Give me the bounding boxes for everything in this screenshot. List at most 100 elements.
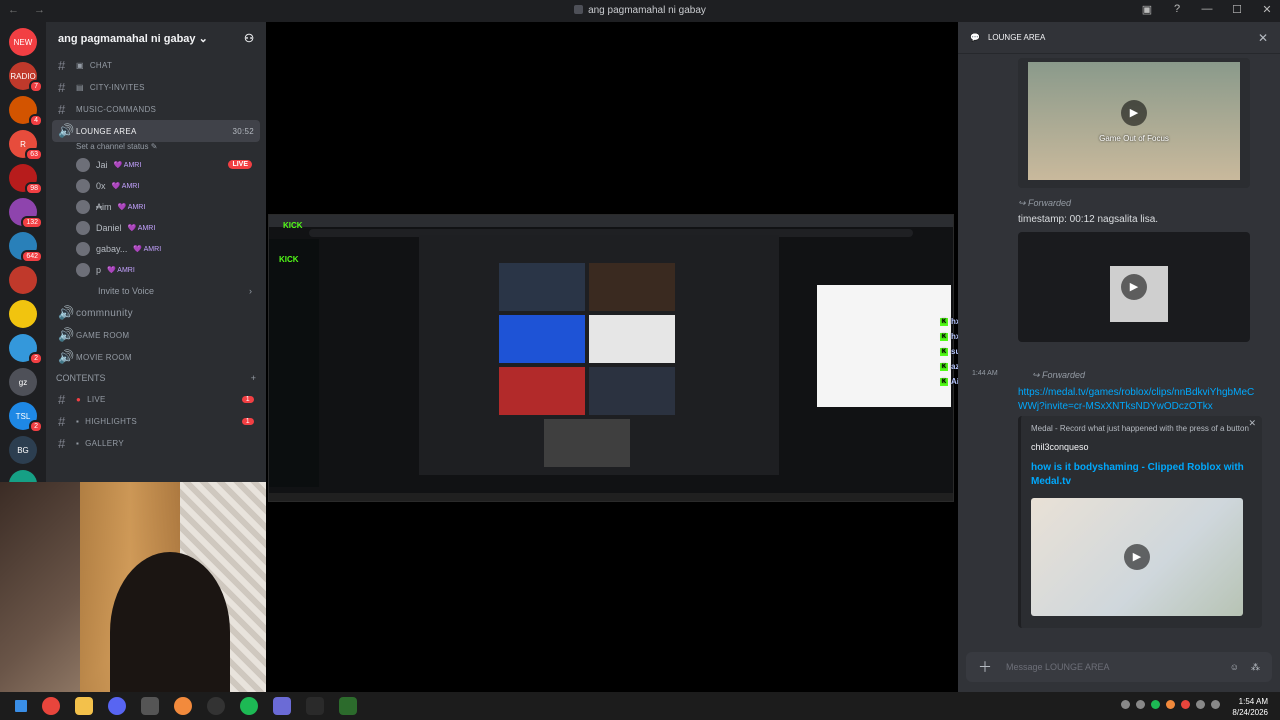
voice-user[interactable]: Jai 💜 AMRI LIVE <box>46 154 266 175</box>
channel-city-invites[interactable]: # ▤ CITY-INVITES <box>46 76 266 98</box>
obs-icon[interactable] <box>207 697 225 715</box>
inbox-icon[interactable]: ▣ <box>1140 3 1154 16</box>
maximize-button[interactable]: ☐ <box>1230 3 1244 16</box>
play-icon[interactable]: ▶ <box>1121 274 1147 300</box>
voice-channel-movie-room[interactable]: 🔊 MOVIE ROOM <box>46 346 266 368</box>
live-badge: LIVE <box>228 160 252 169</box>
server-icon[interactable]: BG <box>9 436 37 464</box>
guild-header[interactable]: ang pagmamahal ni gabay ⌄ ⚇ <box>46 22 266 54</box>
voice-channel-game-room[interactable]: 🔊 GAME ROOM <box>46 324 266 346</box>
invite-to-voice[interactable]: Invite to Voice › <box>46 280 266 302</box>
server-icon[interactable] <box>9 300 37 328</box>
tray-icon[interactable] <box>1211 700 1220 709</box>
kick-badge-icon: K <box>940 362 948 371</box>
medal-embed: ✕ Medal - Record what just happened with… <box>1018 416 1262 628</box>
category-contents[interactable]: CONTENTS + <box>46 368 266 388</box>
voice-user[interactable]: gabay... 💜 AMRI <box>46 238 266 259</box>
channel-sidebar: ang pagmamahal ni gabay ⌄ ⚇ # ▣ CHAT # ▤ CIT… <box>46 22 266 482</box>
user-tag: 💜 AMRI <box>127 224 156 232</box>
apps-icon[interactable]: ⁂ <box>1251 662 1260 673</box>
inner-kick-sidebar: KICK <box>269 239 319 487</box>
close-button[interactable]: ✕ <box>1260 3 1274 16</box>
server-icon[interactable]: 4 <box>9 96 43 127</box>
folder-icon[interactable] <box>75 697 93 715</box>
avatar <box>76 220 90 235</box>
server-icon[interactable]: RADIO 7 <box>9 62 43 93</box>
system-clock[interactable]: 1:54 AM 8/24/2026 <box>1232 696 1268 718</box>
minimize-button[interactable]: — <box>1200 3 1214 16</box>
video-embed[interactable]: ▶ Game Out of Focus <box>1018 58 1250 188</box>
tray-icon[interactable] <box>1136 700 1145 709</box>
voice-channel-lounge[interactable]: 🔊 LOUNGE AREA 30:52 <box>52 120 260 142</box>
close-chat-icon[interactable]: ✕ <box>1258 31 1268 45</box>
notes-icon[interactable] <box>141 697 159 715</box>
embed-provider: Medal - Record what just happened with t… <box>1031 424 1249 433</box>
windows-start-icon[interactable] <box>15 700 27 712</box>
app-icon-2[interactable] <box>273 697 291 715</box>
server-icon[interactable]: 642 <box>9 232 43 263</box>
voice-user[interactable]: 0x 💜 AMRI <box>46 175 266 196</box>
voice-user[interactable]: ₳im 💜 AMRI <box>46 196 266 217</box>
voice-user[interactable]: p 💜 AMRI <box>46 259 266 280</box>
embed-thumbnail[interactable]: ▶ <box>1031 498 1243 616</box>
screen-share[interactable]: KICK KICK <box>268 214 954 502</box>
embed-author[interactable]: chil3conqueso <box>1031 442 1252 452</box>
tray-icon[interactable] <box>1196 700 1205 709</box>
channel-chat[interactable]: # ▣ CHAT <box>46 54 266 76</box>
voice-user-name: gabay... <box>96 243 128 254</box>
channel-name: LOUNGE AREA <box>76 126 137 136</box>
invite-label: Invite to Voice <box>98 286 155 296</box>
voice-timer: 30:52 <box>232 126 254 136</box>
channel-gallery[interactable]: # ▪ GALLERY <box>46 432 266 454</box>
chrome-icon[interactable] <box>42 697 60 715</box>
server-icon[interactable]: gz <box>9 368 37 396</box>
discord-taskbar-icon[interactable] <box>108 697 126 715</box>
clock-time: 1:54 AM <box>1238 697 1268 706</box>
server-icon[interactable]: NEW <box>9 28 37 56</box>
embed-title[interactable]: how is it bodyshaming - Clipped Roblox w… <box>1031 461 1252 489</box>
mention-badge: 642 <box>21 250 43 263</box>
server-icon[interactable]: 236 <box>9 470 37 482</box>
channel-music-commands[interactable]: # MUSIC-COMMANDS <box>46 98 266 120</box>
server-icon[interactable] <box>9 266 37 294</box>
app-icon-4[interactable] <box>339 697 357 715</box>
hash-icon: # <box>58 413 66 429</box>
kick-badge-icon: K <box>940 347 948 356</box>
channel-live[interactable]: # ● LIVE 1 <box>46 388 266 410</box>
app-icon[interactable] <box>174 697 192 715</box>
help-icon[interactable]: ? <box>1170 3 1184 16</box>
mention-badge: 2 <box>29 420 43 433</box>
server-icon[interactable]: 98 <box>9 164 43 195</box>
channel-status[interactable]: Set a channel status ✎ <box>46 142 266 154</box>
play-icon[interactable]: ▶ <box>1124 544 1150 570</box>
add-member-icon[interactable]: ⚇ <box>244 32 254 45</box>
inner-tile <box>589 315 675 363</box>
medal-link[interactable]: https://medal.tv/games/roblox/clips/nnBd… <box>1018 386 1258 414</box>
add-attachment-icon[interactable]: ＋ <box>978 657 992 677</box>
spotify-icon[interactable] <box>240 697 258 715</box>
server-icon[interactable]: TSL 2 <box>9 402 43 433</box>
app-icon-3[interactable] <box>306 697 324 715</box>
play-icon[interactable]: ▶ <box>1121 100 1147 126</box>
inner-tile <box>499 315 585 363</box>
tray-icon[interactable] <box>1121 700 1130 709</box>
message-input[interactable]: Message LOUNGE AREA <box>1006 662 1110 672</box>
speaker-icon: 🔊 <box>58 123 75 138</box>
server-icon[interactable]: 2 <box>9 334 43 365</box>
channel-highlights[interactable]: # ▪ HIGHLIGHTS 1 <box>46 410 266 432</box>
tray-icon[interactable] <box>1151 700 1160 709</box>
voice-channel-community[interactable]: 🔊 commnunity <box>46 302 266 324</box>
channel-name: LIVE <box>87 394 106 404</box>
message-composer[interactable]: ＋ Message LOUNGE AREA ☺ ⁂ <box>966 652 1272 682</box>
channel-name: GAME ROOM <box>76 330 130 340</box>
tray-icon[interactable] <box>1166 700 1175 709</box>
emoji-icon[interactable]: ☺ <box>1230 662 1239 673</box>
inner-browser-tabs <box>269 215 953 227</box>
server-icon[interactable]: R 63 <box>9 130 43 161</box>
voice-user[interactable]: Daniel 💜 AMRI <box>46 217 266 238</box>
add-channel-icon[interactable]: + <box>251 373 256 383</box>
screenshot-attachment[interactable]: ▶ <box>1018 232 1250 342</box>
server-icon[interactable]: 132 <box>9 198 43 229</box>
tray-icon[interactable] <box>1181 700 1190 709</box>
close-embed-icon[interactable]: ✕ <box>1248 418 1256 429</box>
